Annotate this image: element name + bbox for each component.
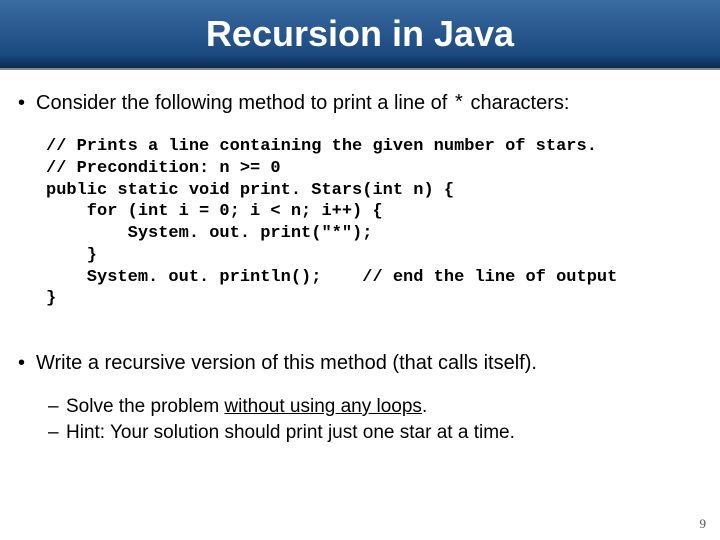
sub1-prefix: Solve the problem xyxy=(66,396,224,417)
dash-icon: – xyxy=(48,420,66,446)
sub2-text: Hint: Your solution should print just on… xyxy=(66,422,515,443)
bullet-dot-icon: • xyxy=(18,90,36,116)
sub1-suffix: . xyxy=(422,396,427,417)
bullet1-text-prefix: Consider the following method to print a… xyxy=(36,92,453,114)
code-block: // Prints a line containing the given nu… xyxy=(46,136,702,310)
bullet-dot-icon: • xyxy=(18,350,36,376)
bullet1-text-suffix: characters: xyxy=(465,92,569,114)
slide-title: Recursion in Java xyxy=(206,13,514,55)
sub-bullet-solve: –Solve the problem without using any loo… xyxy=(48,394,702,420)
bullet1-mono: * xyxy=(453,93,465,116)
sub-bullet-hint: –Hint: Your solution should print just o… xyxy=(48,420,702,446)
bullet-write: •Write a recursive version of this metho… xyxy=(18,350,702,376)
bullet2-text: Write a recursive version of this method… xyxy=(36,352,537,374)
slide-content: •Consider the following method to print … xyxy=(0,70,720,445)
title-bar: Recursion in Java xyxy=(0,0,720,70)
page-number: 9 xyxy=(700,516,707,532)
bullet-consider: •Consider the following method to print … xyxy=(18,90,702,118)
dash-icon: – xyxy=(48,394,66,420)
sub1-underline: without using any loops xyxy=(224,396,422,417)
